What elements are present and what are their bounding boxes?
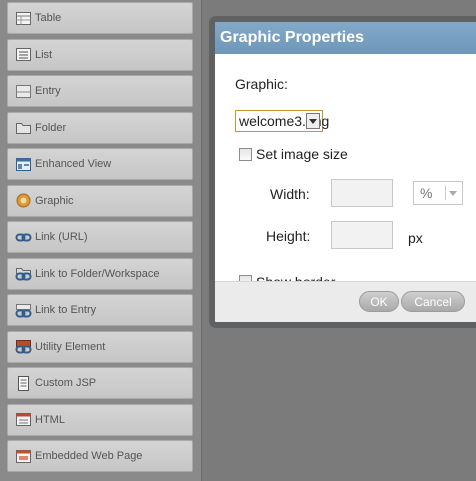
sidebar-item-link-entry[interactable]: Link to Entry bbox=[7, 294, 193, 326]
cancel-button-label: Cancel bbox=[414, 294, 452, 309]
sidebar-item-label: Link to Folder/Workspace bbox=[35, 267, 160, 280]
sidebar-item-html[interactable]: HTML bbox=[7, 403, 193, 436]
width-field[interactable] bbox=[331, 179, 393, 207]
web-page-icon bbox=[15, 449, 32, 464]
dialog-header[interactable]: Graphic Properties bbox=[215, 22, 476, 54]
dialog-footer: OK Cancel bbox=[215, 281, 476, 322]
utility-icon bbox=[15, 339, 32, 354]
ok-button-label: OK bbox=[370, 294, 388, 309]
graphic-icon bbox=[15, 193, 32, 208]
height-unit: px bbox=[408, 230, 423, 246]
sidebar-item-label: Enhanced View bbox=[35, 158, 112, 170]
html-icon bbox=[15, 412, 32, 427]
sidebar-item-label: Graphic bbox=[35, 194, 74, 207]
sidebar-item-list[interactable]: List bbox=[7, 38, 193, 71]
sidebar-item-label: HTML bbox=[35, 413, 65, 426]
width-label: Width: bbox=[270, 186, 310, 202]
list-icon bbox=[15, 47, 32, 62]
graphic-label: Graphic: bbox=[235, 76, 288, 92]
sidebar-item-label: Embedded Web Page bbox=[35, 450, 143, 462]
sidebar-item-label: Table bbox=[35, 12, 62, 24]
dialog-title: Graphic Properties bbox=[220, 29, 365, 46]
sidebar-item-label: Folder bbox=[35, 121, 67, 134]
set-image-size-label: Set image size bbox=[256, 146, 348, 162]
sidebar-item-table[interactable]: Table bbox=[7, 2, 193, 34]
sidebar-item-label: Link (URL) bbox=[35, 231, 88, 243]
entry-icon bbox=[15, 84, 32, 99]
document-icon bbox=[15, 375, 32, 391]
graphic-select[interactable]: welcome3.png bbox=[235, 110, 329, 132]
sidebar-item-label: Link to Entry bbox=[35, 304, 97, 316]
set-image-size-checkbox[interactable] bbox=[239, 148, 252, 161]
dialog-body: Graphic: welcome3.png Set image size Wid… bbox=[215, 54, 476, 290]
sidebar-item-link-url[interactable]: Link (URL) bbox=[7, 221, 193, 253]
link-folder-icon bbox=[15, 266, 32, 281]
sidebar-item-label: List bbox=[35, 48, 53, 61]
table-icon bbox=[15, 11, 32, 26]
cancel-button[interactable]: Cancel bbox=[401, 291, 465, 312]
width-unit-value: % bbox=[420, 185, 433, 201]
sidebar-item-label: Entry bbox=[35, 85, 61, 97]
width-unit-select[interactable]: % bbox=[413, 181, 463, 205]
sidebar-item-label: Custom JSP bbox=[35, 377, 97, 389]
height-field[interactable] bbox=[331, 221, 393, 249]
height-label: Height: bbox=[266, 228, 311, 244]
folder-icon bbox=[15, 120, 32, 135]
chevron-down-icon[interactable] bbox=[445, 186, 460, 200]
sidebar-item-enhanced-view[interactable]: Enhanced View bbox=[7, 148, 193, 180]
sidebar-item-custom-jsp[interactable]: Custom JSP bbox=[7, 367, 193, 399]
sidebar-item-graphic[interactable]: Graphic bbox=[7, 184, 193, 217]
graphic-properties-dialog: Graphic Properties Graphic: welcome3.png… bbox=[209, 16, 476, 328]
chevron-down-icon[interactable] bbox=[306, 113, 320, 129]
ok-button[interactable]: OK bbox=[359, 291, 399, 312]
sidebar-item-link-folder[interactable]: Link to Folder/Workspace bbox=[7, 257, 193, 290]
link-entry-icon bbox=[15, 303, 32, 318]
sidebar-item-entry[interactable]: Entry bbox=[7, 75, 193, 107]
sidebar-item-label: Utility Element bbox=[35, 340, 106, 353]
sidebar-item-embedded-web-page[interactable]: Embedded Web Page bbox=[7, 440, 193, 472]
link-icon bbox=[15, 230, 32, 245]
sidebar: Table List Entry Folder Enhanced View Gr… bbox=[0, 0, 202, 481]
enhanced-view-icon bbox=[15, 157, 32, 172]
sidebar-item-utility[interactable]: Utility Element bbox=[7, 330, 193, 363]
sidebar-item-folder[interactable]: Folder bbox=[7, 111, 193, 144]
